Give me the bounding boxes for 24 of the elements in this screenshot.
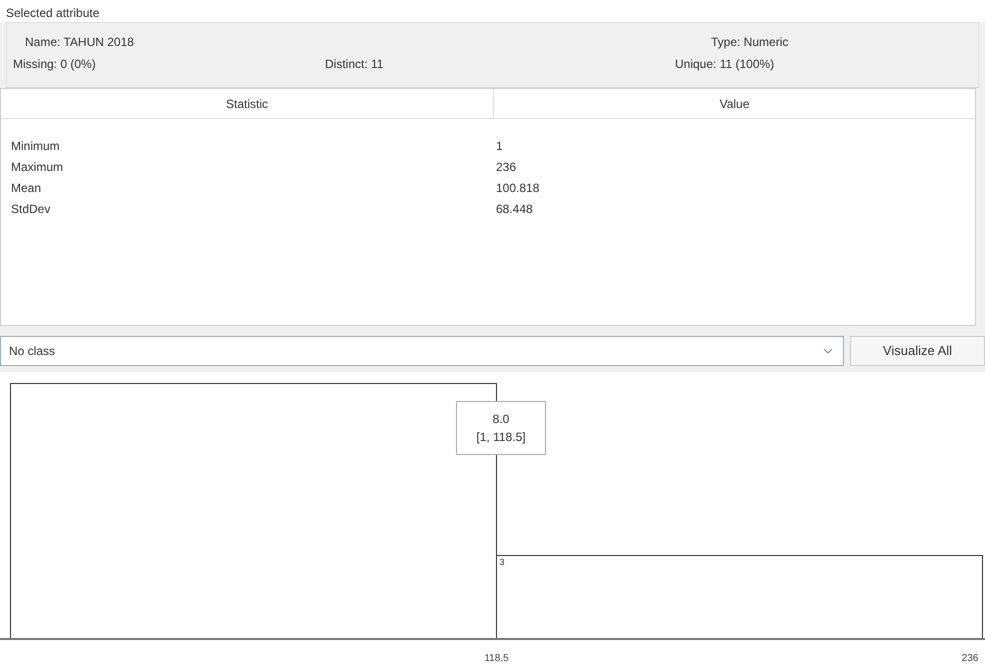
table-cell: 236 — [496, 160, 516, 174]
table-cell: StdDev — [11, 202, 50, 216]
bar-count-label: 3 — [500, 556, 505, 567]
table-cell: 1 — [496, 138, 503, 152]
tooltip-text: [1, 118.5] — [476, 429, 526, 446]
column-header: Value — [720, 96, 750, 112]
attribute-name: Name: TAHUN 2018 — [24, 34, 135, 51]
table-cell: Maximum — [11, 160, 64, 174]
distinct-count: Distinct: 11 — [325, 56, 384, 73]
chevron-down-icon — [823, 348, 833, 354]
table-cell: 100.818 — [496, 180, 540, 194]
tooltip-text: 8.0 — [492, 411, 510, 428]
missing-count: Missing: 0 (0%) — [13, 56, 97, 73]
x-tick-label: 236 — [962, 653, 978, 664]
class-dropdown[interactable]: No class — [0, 336, 844, 366]
table-cell: Mean — [11, 180, 42, 194]
table-cell: 68.448 — [496, 202, 533, 216]
column-header: Statistic — [226, 96, 268, 112]
attribute-type: Type: Numeric — [710, 34, 788, 51]
x-tick-label: 118.5 — [484, 653, 509, 664]
visualize-all-button[interactable]: Visualize All — [850, 336, 985, 366]
panel-title: Selected attribute — [6, 6, 100, 20]
table-cell: Minimum — [11, 138, 60, 152]
unique-count: Unique: 11 (100%) — [675, 56, 774, 73]
